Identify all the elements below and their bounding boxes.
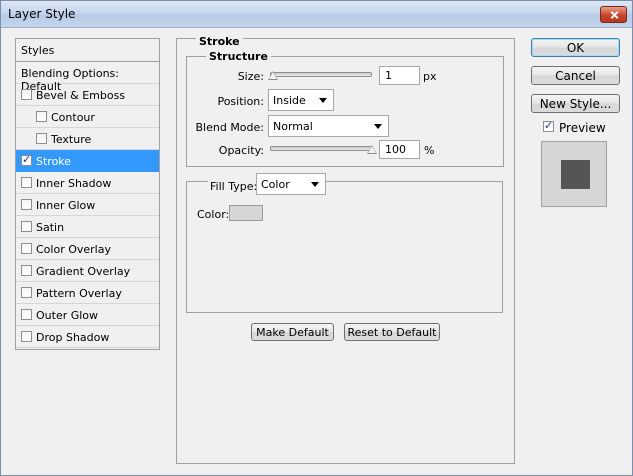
size-slider-thumb[interactable] [268,71,278,80]
style-item-label: Outer Glow [36,309,99,322]
structure-title: Structure [206,50,271,63]
chevron-down-icon [311,182,319,187]
style-item-texture[interactable]: Texture [16,128,159,150]
opacity-input[interactable]: 100 [379,140,420,159]
style-item-stroke[interactable]: Stroke [16,150,159,172]
reset-to-default-button[interactable]: Reset to Default [344,323,440,341]
style-item-gradient-overlay[interactable]: Gradient Overlay [16,260,159,282]
preview-box [541,141,607,207]
style-item-contour[interactable]: Contour [16,106,159,128]
color-label: Color: [197,208,230,221]
size-unit: px [423,70,437,83]
ok-label: OK [566,41,585,55]
size-input[interactable]: 1 [379,66,420,85]
opacity-slider-thumb[interactable] [367,145,377,154]
style-item-drop-shadow[interactable]: Drop Shadow [16,326,159,348]
style-checkbox[interactable] [21,331,32,342]
preview-swatch [561,160,590,189]
new-style-label: New Style... [539,97,612,111]
style-item-outer-glow[interactable]: Outer Glow [16,304,159,326]
ok-button[interactable]: OK [531,38,620,57]
style-item-inner-shadow[interactable]: Inner Shadow [16,172,159,194]
style-item-bevel-emboss[interactable]: Bevel & Emboss [16,84,159,106]
size-slider-track[interactable] [270,72,372,77]
style-item-label: Stroke [36,155,72,168]
make-default-label: Make Default [256,326,329,339]
style-item-label: Inner Shadow [36,177,112,190]
window-title: Layer Style [8,7,76,21]
style-checkbox[interactable] [21,199,32,210]
opacity-value: 100 [385,143,406,156]
style-item-pattern-overlay[interactable]: Pattern Overlay [16,282,159,304]
position-value: Inside [273,94,306,107]
style-checkbox[interactable] [21,265,32,276]
style-item-label: Texture [51,133,92,146]
preview-checkbox[interactable] [543,119,554,132]
close-button[interactable] [600,6,627,23]
styles-header[interactable]: Styles [15,38,160,62]
style-item-label: Gradient Overlay [36,265,131,278]
opacity-label: Opacity: [218,144,264,157]
styles-header-label: Styles [21,44,55,57]
style-item-label: Pattern Overlay [36,287,122,300]
style-checkbox[interactable] [21,153,32,166]
style-checkbox[interactable] [21,221,32,232]
size-value: 1 [385,69,392,82]
position-label: Position: [217,95,264,108]
opacity-unit: % [424,144,435,157]
fill-group [186,181,503,313]
style-item-label: Color Overlay [36,243,111,256]
fill-type-label: Fill Type: [208,180,260,193]
style-checkbox[interactable] [21,287,32,298]
blend-mode-label: Blend Mode: [195,121,265,134]
fill-type-select[interactable]: Color [256,173,326,195]
new-style-button[interactable]: New Style... [531,94,620,113]
style-item-label: Drop Shadow [36,331,110,344]
cancel-button[interactable]: Cancel [531,66,620,85]
style-item-color-overlay[interactable]: Color Overlay [16,238,159,260]
blend-mode-select[interactable]: Normal [268,115,389,137]
style-item-label: Satin [36,221,65,234]
chevron-down-icon [374,124,382,129]
stroke-title: Stroke [196,35,243,48]
title-bar: Layer Style [1,1,632,28]
make-default-button[interactable]: Make Default [251,323,334,341]
opacity-slider-track[interactable] [270,146,372,151]
style-checkbox[interactable] [21,89,32,100]
style-checkbox[interactable] [21,243,32,254]
blend-mode-value: Normal [273,120,313,133]
style-checkbox[interactable] [36,133,47,144]
style-item-label: Inner Glow [36,199,96,212]
style-item-label: Contour [51,111,95,124]
style-checkbox[interactable] [21,177,32,188]
style-checkbox[interactable] [21,309,32,320]
style-item-label: Bevel & Emboss [36,89,126,102]
blending-options-item[interactable]: Blending Options: Default [16,62,159,93]
position-select[interactable]: Inside [268,89,334,111]
reset-to-default-label: Reset to Default [347,326,437,339]
style-checkbox[interactable] [36,111,47,122]
preview-label: Preview [559,121,606,135]
size-label: Size: [237,70,264,83]
fill-type-value: Color [261,178,290,191]
cancel-label: Cancel [555,69,596,83]
style-item-inner-glow[interactable]: Inner Glow [16,194,159,216]
stroke-color-swatch[interactable] [229,205,263,221]
style-item-satin[interactable]: Satin [16,216,159,238]
chevron-down-icon [319,98,327,103]
